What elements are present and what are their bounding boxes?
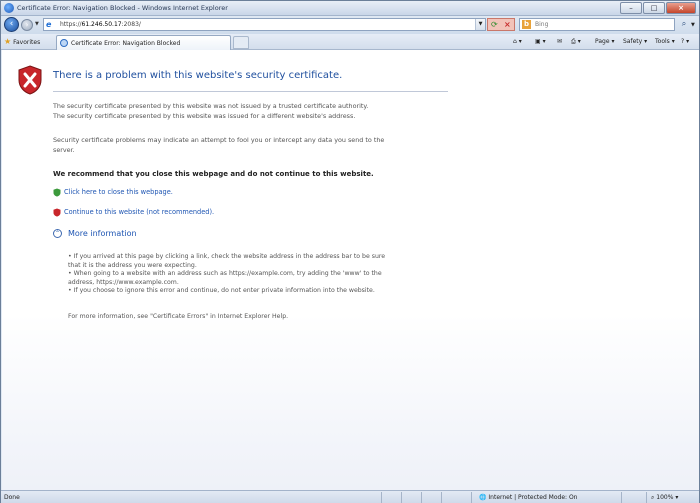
list-item: • If you arrived at this page by clickin… (68, 253, 386, 260)
print-icon[interactable]: ⎙ ▾ (571, 38, 581, 46)
close-webpage-link[interactable]: Click here to close this webpage. (64, 188, 173, 196)
status-divider (401, 492, 402, 503)
recommendation-text: We recommend that you close this webpage… (53, 170, 374, 178)
list-item: that it is the address you were expectin… (68, 261, 197, 269)
expand-chevron-icon[interactable]: ⌃ (53, 229, 62, 238)
page-menu[interactable]: Page ▾ (595, 38, 614, 45)
tab-certificate-error[interactable]: Certificate Error: Navigation Blocked (56, 35, 231, 50)
search-options-dropdown[interactable]: ▼ (691, 22, 695, 28)
address-url[interactable]: https://61.246.50.17:2083/ (60, 21, 141, 28)
address-bar[interactable]: e https://61.246.50.17:2083/ ▼ (43, 18, 486, 31)
warning-line-2: server. (53, 146, 75, 154)
safety-menu[interactable]: Safety ▾ (623, 38, 647, 45)
window-title: Certificate Error: Navigation Blocked - … (17, 4, 228, 12)
green-shield-icon (53, 188, 61, 197)
minimize-button[interactable]: – (620, 2, 642, 14)
status-divider (621, 492, 622, 503)
status-divider (441, 492, 442, 503)
command-bar: ★ Favorites Certificate Error: Navigatio… (1, 34, 699, 50)
security-zone[interactable]: 🌐 Internet | Protected Mode: On (479, 494, 577, 501)
more-information-toggle[interactable]: More information (68, 229, 137, 238)
new-tab-button[interactable] (233, 36, 249, 49)
feeds-icon[interactable]: ▣ ▾ (535, 38, 546, 45)
reason-line-1: The security certificate presented by th… (53, 102, 369, 110)
status-text: Done (4, 494, 20, 501)
search-box[interactable]: b Bing (519, 18, 675, 31)
help-reference-text: For more information, see "Certificate E… (68, 313, 289, 320)
list-item: address, https://www.example.com. (68, 278, 179, 286)
navigation-bar: ‹ › ▼ e https://61.246.50.17:2083/ ▼ ⟳ ×… (1, 16, 699, 34)
close-window-button[interactable]: × (666, 2, 696, 14)
refresh-icon[interactable]: ⟳ (491, 20, 498, 30)
red-shield-icon (53, 208, 61, 217)
shield-error-icon (18, 65, 42, 95)
reason-line-2: The security certificate presented by th… (53, 112, 356, 120)
zoom-level[interactable]: ⌕ 100% ▾ (651, 494, 678, 502)
tools-menu[interactable]: Tools ▾ (655, 38, 675, 45)
page-title: There is a problem with this website's s… (53, 70, 343, 81)
browser-window: Certificate Error: Navigation Blocked - … (0, 0, 700, 503)
address-dropdown[interactable]: ▼ (475, 19, 485, 30)
status-bar: Done 🌐 Internet | Protected Mode: On ⌕ 1… (1, 490, 699, 503)
continue-website-link[interactable]: Continue to this website (not recommende… (64, 208, 214, 216)
help-icon[interactable]: ? ▾ (681, 38, 689, 45)
back-button[interactable]: ‹ (4, 17, 19, 32)
page-content: There is a problem with this website's s… (2, 50, 699, 490)
stop-icon[interactable]: × (504, 20, 511, 30)
favorites-button[interactable]: ★ Favorites (4, 37, 40, 46)
forward-button[interactable]: › (21, 19, 33, 31)
ie-logo-icon (4, 3, 14, 13)
tab-label: Certificate Error: Navigation Blocked (71, 40, 181, 47)
title-divider (53, 91, 448, 92)
status-divider (646, 492, 647, 503)
status-divider (381, 492, 382, 503)
tab-page-icon (60, 39, 68, 47)
bing-icon: b (522, 20, 531, 29)
recent-pages-dropdown[interactable]: ▼ (35, 21, 39, 27)
status-divider (421, 492, 422, 503)
certificate-error-area: ⟳ × (487, 18, 515, 31)
search-input[interactable]: Bing (535, 21, 548, 28)
window-controls: – □ × (620, 2, 696, 14)
read-mail-icon[interactable]: ✉ (557, 38, 562, 45)
list-item: • If you choose to ignore this error and… (68, 287, 375, 295)
title-bar: Certificate Error: Navigation Blocked - … (1, 1, 699, 16)
status-divider (471, 492, 472, 503)
more-information-list: • If you arrived at this page by clickin… (68, 253, 385, 296)
warning-line-1: Security certificate problems may indica… (53, 136, 385, 144)
home-icon[interactable]: ⌂ ▾ (513, 38, 522, 45)
maximize-button[interactable]: □ (643, 2, 665, 14)
favorites-star-icon: ★ (4, 37, 12, 46)
page-icon: e (46, 20, 52, 29)
search-icon[interactable]: ⌕ (677, 18, 691, 31)
list-item: • When going to a website with an addres… (68, 270, 382, 278)
